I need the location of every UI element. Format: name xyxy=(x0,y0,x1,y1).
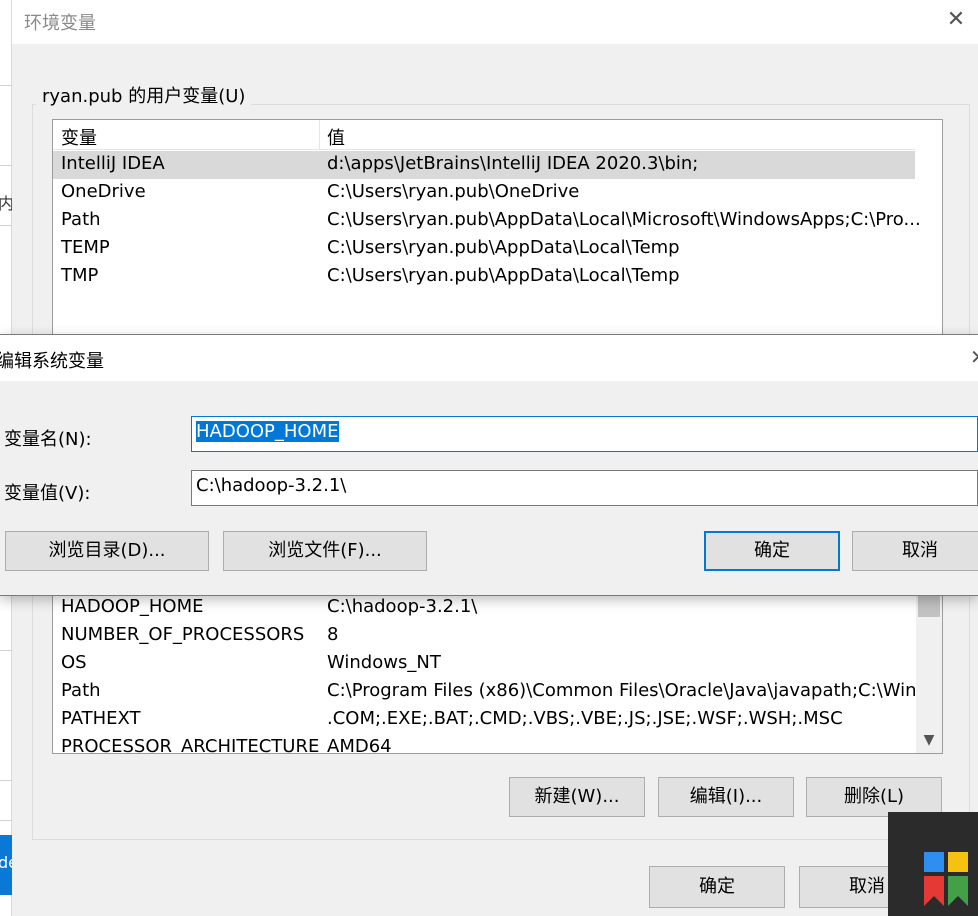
column-separator[interactable] xyxy=(319,120,320,150)
strip-divider xyxy=(0,820,12,821)
system-vars-list[interactable]: HADOOP_HOME C:\hadoop-3.2.1\ NUMBER_OF_P… xyxy=(52,588,943,754)
edit-system-variable-dialog: 编辑系统变量 ✕ 变量名(N): HADOOP_HOME 变量值(V): C:\… xyxy=(0,334,978,596)
strip-divider xyxy=(0,225,12,226)
strip-divider xyxy=(0,85,12,86)
edit-dialog-title: 编辑系统变量 xyxy=(0,351,104,372)
variable-name-input[interactable]: HADOOP_HOME xyxy=(191,416,978,452)
table-row[interactable]: Path C:\Program Files (x86)\Common Files… xyxy=(53,678,934,706)
env-window-title: 环境变量 xyxy=(24,13,96,34)
strip-divider xyxy=(0,780,12,781)
var-name: HADOOP_HOME xyxy=(61,596,204,617)
strip-divider xyxy=(0,650,12,651)
table-row[interactable]: OneDrive C:\Users\ryan.pub\OneDrive xyxy=(53,179,915,207)
var-value: 8 xyxy=(327,624,339,645)
column-header-value[interactable]: 值 xyxy=(327,124,345,150)
variable-value-text: C:\hadoop-3.2.1\ xyxy=(196,475,347,496)
table-row[interactable]: PATHEXT .COM;.EXE;.BAT;.CMD;.VBS;.VBE;.J… xyxy=(53,706,915,734)
var-name: TMP xyxy=(61,265,99,286)
var-name: NUMBER_OF_PROCESSORS xyxy=(61,624,305,645)
close-icon[interactable]: ✕ xyxy=(944,8,968,32)
var-value: Windows_NT xyxy=(327,652,441,673)
chevron-down-icon[interactable]: ▼ xyxy=(916,727,942,753)
var-value: C:\Users\ryan.pub\AppData\Local\Temp xyxy=(327,265,680,286)
delete-button[interactable]: 删除(L) xyxy=(806,777,942,817)
strip-divider xyxy=(0,165,12,166)
variable-value-label: 变量值(V): xyxy=(4,483,91,504)
var-value: C:\hadoop-3.2.1\ xyxy=(327,596,478,617)
edit-button[interactable]: 编辑(I)... xyxy=(658,777,794,817)
list-header: 变量 值 xyxy=(53,120,915,150)
logo-icon xyxy=(924,852,968,906)
var-name: OneDrive xyxy=(61,181,146,202)
user-vars-group-label: ryan.pub 的用户变量(U) xyxy=(36,82,252,108)
column-header-name[interactable]: 变量 xyxy=(61,124,97,150)
table-row[interactable]: TEMP C:\Users\ryan.pub\AppData\Local\Tem… xyxy=(53,235,915,263)
variable-value-input[interactable]: C:\hadoop-3.2.1\ xyxy=(191,470,978,506)
logo-green-shape xyxy=(948,876,968,906)
browse-file-button[interactable]: 浏览文件(F)... xyxy=(223,531,427,571)
var-name: Path xyxy=(61,209,101,230)
var-value: C:\Users\ryan.pub\AppData\Local\Temp xyxy=(327,237,680,258)
new-button[interactable]: 新建(W)... xyxy=(509,777,645,817)
env-window-titlebar xyxy=(12,0,978,44)
variable-name-selected-text: HADOOP_HOME xyxy=(196,421,339,442)
table-row[interactable]: OS Windows_NT xyxy=(53,650,915,678)
var-name: TEMP xyxy=(61,237,110,258)
logo-blue-square xyxy=(924,852,944,872)
dialog-ok-button[interactable]: 确定 xyxy=(704,531,840,571)
var-value: d:\apps\JetBrains\IntelliJ IDEA 2020.3\b… xyxy=(327,153,699,174)
var-name: IntelliJ IDEA xyxy=(61,153,165,174)
user-vars-list[interactable]: 变量 值 IntelliJ IDEA d:\apps\JetBrains\Int… xyxy=(52,119,943,339)
table-row[interactable]: HADOOP_HOME C:\hadoop-3.2.1\ xyxy=(53,594,915,622)
table-row[interactable]: PROCESSOR_ARCHITECTURE AMD64 xyxy=(53,734,915,754)
table-row[interactable]: NUMBER_OF_PROCESSORS 8 xyxy=(53,622,915,650)
variable-name-label: 变量名(N): xyxy=(4,429,92,450)
var-name: OS xyxy=(61,652,87,673)
var-value: C:\Program Files (x86)\Common Files\Orac… xyxy=(327,680,934,701)
logo-red-shape xyxy=(924,876,944,906)
vertical-scrollbar[interactable]: ▼ xyxy=(916,589,942,753)
dialog-cancel-button[interactable]: 取消 xyxy=(852,531,978,571)
var-value: C:\Users\ryan.pub\AppData\Local\Microsof… xyxy=(327,209,921,230)
table-row[interactable]: IntelliJ IDEA d:\apps\JetBrains\IntelliJ… xyxy=(53,151,915,179)
var-value: AMD64 xyxy=(327,736,392,754)
logo-yellow-square xyxy=(948,852,968,872)
table-row[interactable]: TMP C:\Users\ryan.pub\AppData\Local\Temp xyxy=(53,263,915,291)
var-name: PROCESSOR_ARCHITECTURE xyxy=(61,736,320,754)
var-value: .COM;.EXE;.BAT;.CMD;.VBS;.VBE;.JS;.JSE;.… xyxy=(327,708,843,729)
table-row[interactable]: Path C:\Users\ryan.pub\AppData\Local\Mic… xyxy=(53,207,921,235)
browse-directory-button[interactable]: 浏览目录(D)... xyxy=(5,531,209,571)
close-icon[interactable]: ✕ xyxy=(970,345,978,369)
ok-button[interactable]: 确定 xyxy=(649,866,785,908)
watermark-logo xyxy=(888,812,978,916)
var-name: PATHEXT xyxy=(61,708,141,729)
var-name: Path xyxy=(61,680,101,701)
var-value: C:\Users\ryan.pub\OneDrive xyxy=(327,181,580,202)
edit-dialog-titlebar: 编辑系统变量 ✕ xyxy=(0,335,978,381)
